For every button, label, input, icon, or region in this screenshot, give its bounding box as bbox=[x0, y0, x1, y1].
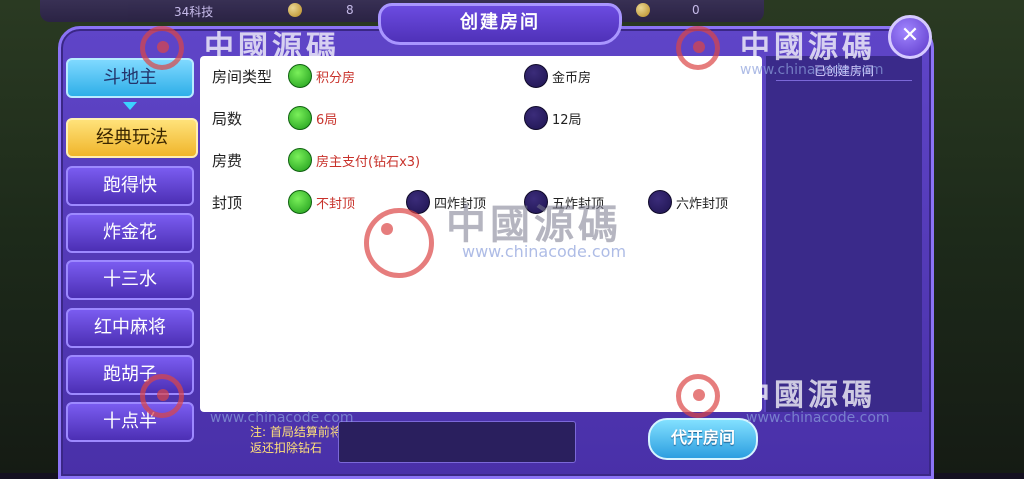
sidebar-item-hongzhong[interactable]: 红中麻将 bbox=[66, 308, 194, 348]
radio-unselected-icon[interactable] bbox=[648, 190, 672, 214]
watermark-url: www.chinacode.com bbox=[210, 410, 354, 426]
watermark-logo-icon bbox=[676, 26, 720, 70]
watermark-url: www.chinacode.com bbox=[740, 62, 884, 78]
diamond-icon bbox=[636, 3, 650, 17]
status-count-2: 0 bbox=[692, 3, 700, 17]
option-label: 6局 bbox=[316, 112, 338, 128]
watermark-logo-icon bbox=[140, 374, 184, 418]
sidebar-item-shisanshui[interactable]: 十三水 bbox=[66, 260, 194, 300]
option-gold-room[interactable]: 金币房 bbox=[524, 64, 591, 88]
note-line-1: 注: 首局结算前将 bbox=[250, 425, 342, 439]
watermark-logo-icon bbox=[140, 26, 184, 70]
watermark-url: www.chinacode.com bbox=[462, 242, 627, 261]
watermark-text: 中國源碼 bbox=[740, 30, 876, 65]
option-6-rounds[interactable]: 6局 bbox=[288, 106, 337, 130]
option-points-room[interactable]: 积分房 bbox=[288, 64, 355, 88]
note-line-2: 返还扣除钻石 bbox=[250, 441, 323, 455]
rounds-label: 局数 bbox=[212, 110, 243, 128]
note-box bbox=[338, 421, 576, 463]
option-12-rounds[interactable]: 12局 bbox=[524, 106, 582, 130]
sidebar-item-classic[interactable]: 经典玩法 bbox=[66, 118, 198, 158]
watermark-text: 中國源碼 bbox=[740, 378, 876, 413]
sidebar-item-paodekuai[interactable]: 跑得快 bbox=[66, 166, 194, 206]
dialog-title: 创建房间 bbox=[378, 3, 622, 45]
watermark-text: 中國源碼 bbox=[204, 30, 340, 65]
room-type-label: 房间类型 bbox=[212, 68, 273, 86]
watermark-logo-icon bbox=[676, 374, 720, 418]
option-owner-pays[interactable]: 房主支付(钻石x3) bbox=[288, 148, 420, 172]
watermark-logo-icon bbox=[364, 208, 434, 278]
expand-arrow-icon bbox=[123, 102, 137, 110]
room-fee-label: 房费 bbox=[212, 152, 243, 170]
option-label: 六炸封顶 bbox=[676, 196, 729, 212]
option-six-bomb-cap[interactable]: 六炸封顶 bbox=[648, 190, 728, 214]
coin-icon bbox=[288, 3, 302, 17]
option-label: 不封顶 bbox=[316, 196, 356, 212]
divider bbox=[776, 80, 912, 81]
open-room-for-others-button[interactable]: 代开房间 bbox=[648, 418, 758, 460]
radio-selected-icon[interactable] bbox=[288, 106, 312, 130]
option-no-cap[interactable]: 不封顶 bbox=[288, 190, 355, 214]
sidebar-item-zhajinhua[interactable]: 炸金花 bbox=[66, 213, 194, 253]
watermark-url: www.chinacode.com bbox=[746, 410, 890, 426]
status-count: 8 bbox=[346, 3, 354, 17]
option-label: 金币房 bbox=[552, 70, 592, 86]
radio-selected-icon[interactable] bbox=[288, 64, 312, 88]
option-label: 积分房 bbox=[316, 70, 356, 86]
cap-label: 封顶 bbox=[212, 194, 243, 212]
radio-selected-icon[interactable] bbox=[288, 148, 312, 172]
watermark-text: 中國源碼 bbox=[204, 378, 340, 413]
option-label: 12局 bbox=[552, 112, 582, 128]
refund-note: 注: 首局结算前将 返还扣除钻石 bbox=[250, 424, 342, 456]
status-text: 34科技 bbox=[174, 5, 214, 19]
radio-unselected-icon[interactable] bbox=[524, 106, 548, 130]
close-button[interactable]: ✕ bbox=[888, 15, 932, 59]
created-rooms-panel: 已创建房间 bbox=[764, 56, 922, 412]
radio-unselected-icon[interactable] bbox=[524, 64, 548, 88]
radio-selected-icon[interactable] bbox=[288, 190, 312, 214]
option-label: 房主支付(钻石x3) bbox=[316, 154, 421, 170]
